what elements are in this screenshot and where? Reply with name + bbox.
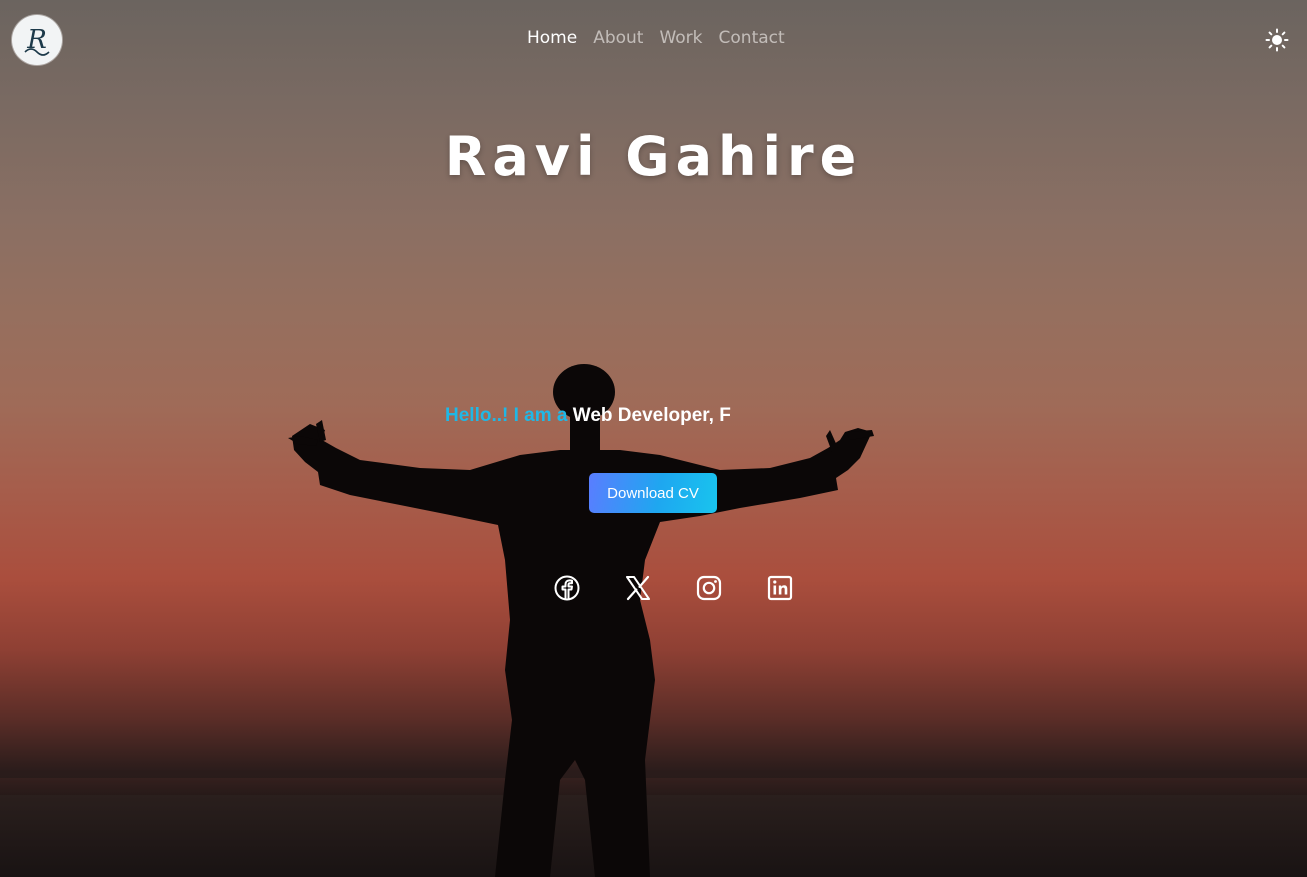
instagram-link[interactable] xyxy=(691,570,727,606)
logo-badge[interactable]: R xyxy=(12,15,62,65)
typed-role-text: Web Developer, F xyxy=(572,405,731,426)
hero-typed-line: Hello..! I am a Web Developer, F xyxy=(445,405,731,427)
sun-icon xyxy=(1265,28,1289,52)
download-cv-button[interactable]: Download CV xyxy=(589,473,717,513)
nav-about-link[interactable]: About xyxy=(593,28,643,48)
greeting-text: Hello..! I am a xyxy=(445,405,568,426)
x-twitter-link[interactable] xyxy=(620,570,656,606)
linkedin-link[interactable] xyxy=(762,570,798,606)
nav-work-link[interactable]: Work xyxy=(659,28,702,48)
instagram-icon xyxy=(696,575,722,601)
hero-section: R Home About Work Contact Ravi Gahire He… xyxy=(0,0,1307,877)
main-nav: Home About Work Contact xyxy=(527,28,785,48)
nav-contact-link[interactable]: Contact xyxy=(719,28,785,48)
hero-name-heading: Ravi Gahire xyxy=(444,125,863,188)
theme-toggle-button[interactable] xyxy=(1265,28,1289,52)
x-twitter-icon xyxy=(626,575,650,601)
facebook-icon xyxy=(554,575,580,601)
logo-monogram-icon: R xyxy=(24,25,50,56)
social-links xyxy=(549,570,798,606)
nav-home-link[interactable]: Home xyxy=(527,28,577,48)
facebook-link[interactable] xyxy=(549,570,585,606)
linkedin-icon xyxy=(767,575,793,601)
